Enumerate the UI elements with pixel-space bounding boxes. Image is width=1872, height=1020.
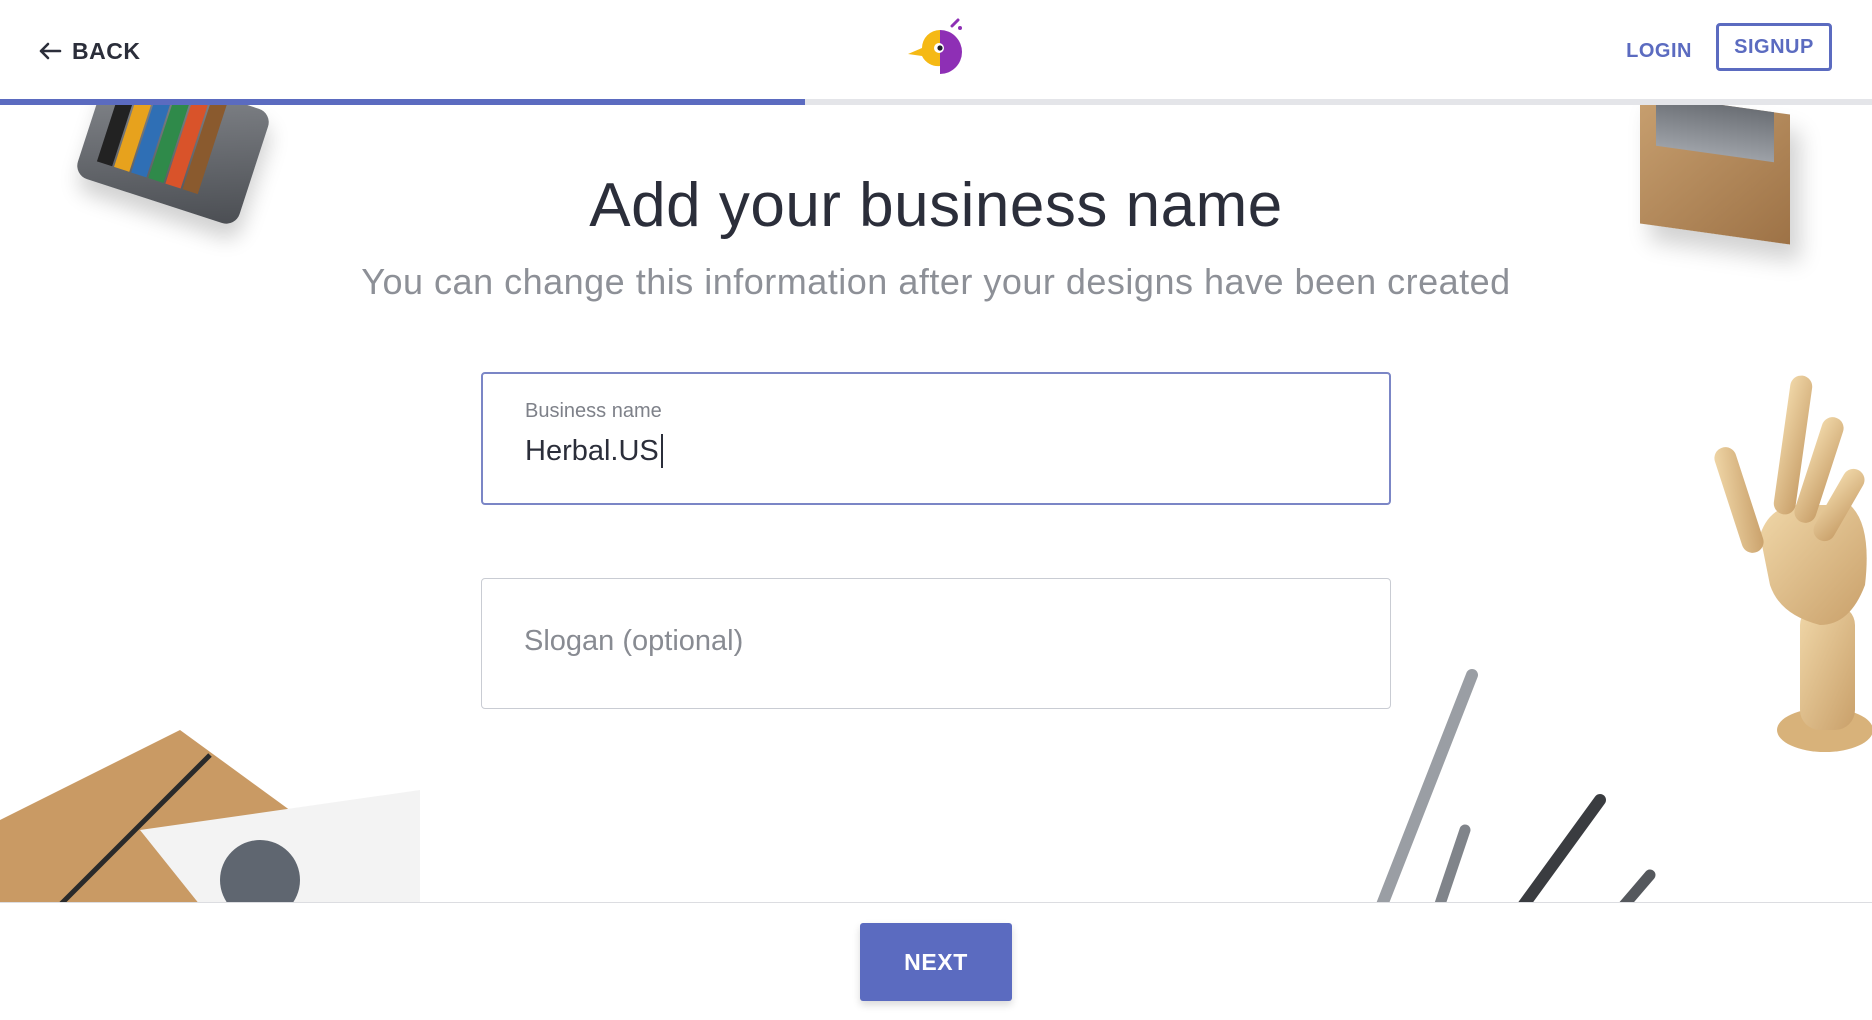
arrow-left-icon <box>39 42 62 60</box>
login-link[interactable]: LOGIN <box>1626 34 1692 68</box>
business-name-label: Business name <box>525 400 662 422</box>
progress-bar-fill <box>0 99 805 105</box>
top-bar: BACK LOGIN SIGNUP <box>0 0 1872 100</box>
back-button[interactable]: BACK <box>38 34 140 68</box>
business-name-value: Herbal.US <box>525 434 659 467</box>
signup-button[interactable]: SIGNUP <box>1716 23 1832 71</box>
back-label: BACK <box>72 37 141 64</box>
page-title: Add your business name <box>589 171 1283 240</box>
business-name-field[interactable]: Business name Herbal.US <box>481 372 1391 505</box>
slogan-placeholder: Slogan (optional) <box>524 625 744 657</box>
progress-bar <box>0 99 1872 105</box>
business-name-input[interactable]: Herbal.US <box>525 434 663 468</box>
bottom-bar: NEXT <box>0 902 1872 1020</box>
text-caret <box>660 434 663 468</box>
next-button[interactable]: NEXT <box>860 923 1012 1001</box>
slogan-field[interactable]: Slogan (optional) <box>481 578 1391 709</box>
page-subtitle: You can change this information after yo… <box>361 261 1511 302</box>
business-name-step: Add your business name You can change th… <box>0 105 1872 905</box>
bird-logo-icon[interactable] <box>906 18 966 74</box>
